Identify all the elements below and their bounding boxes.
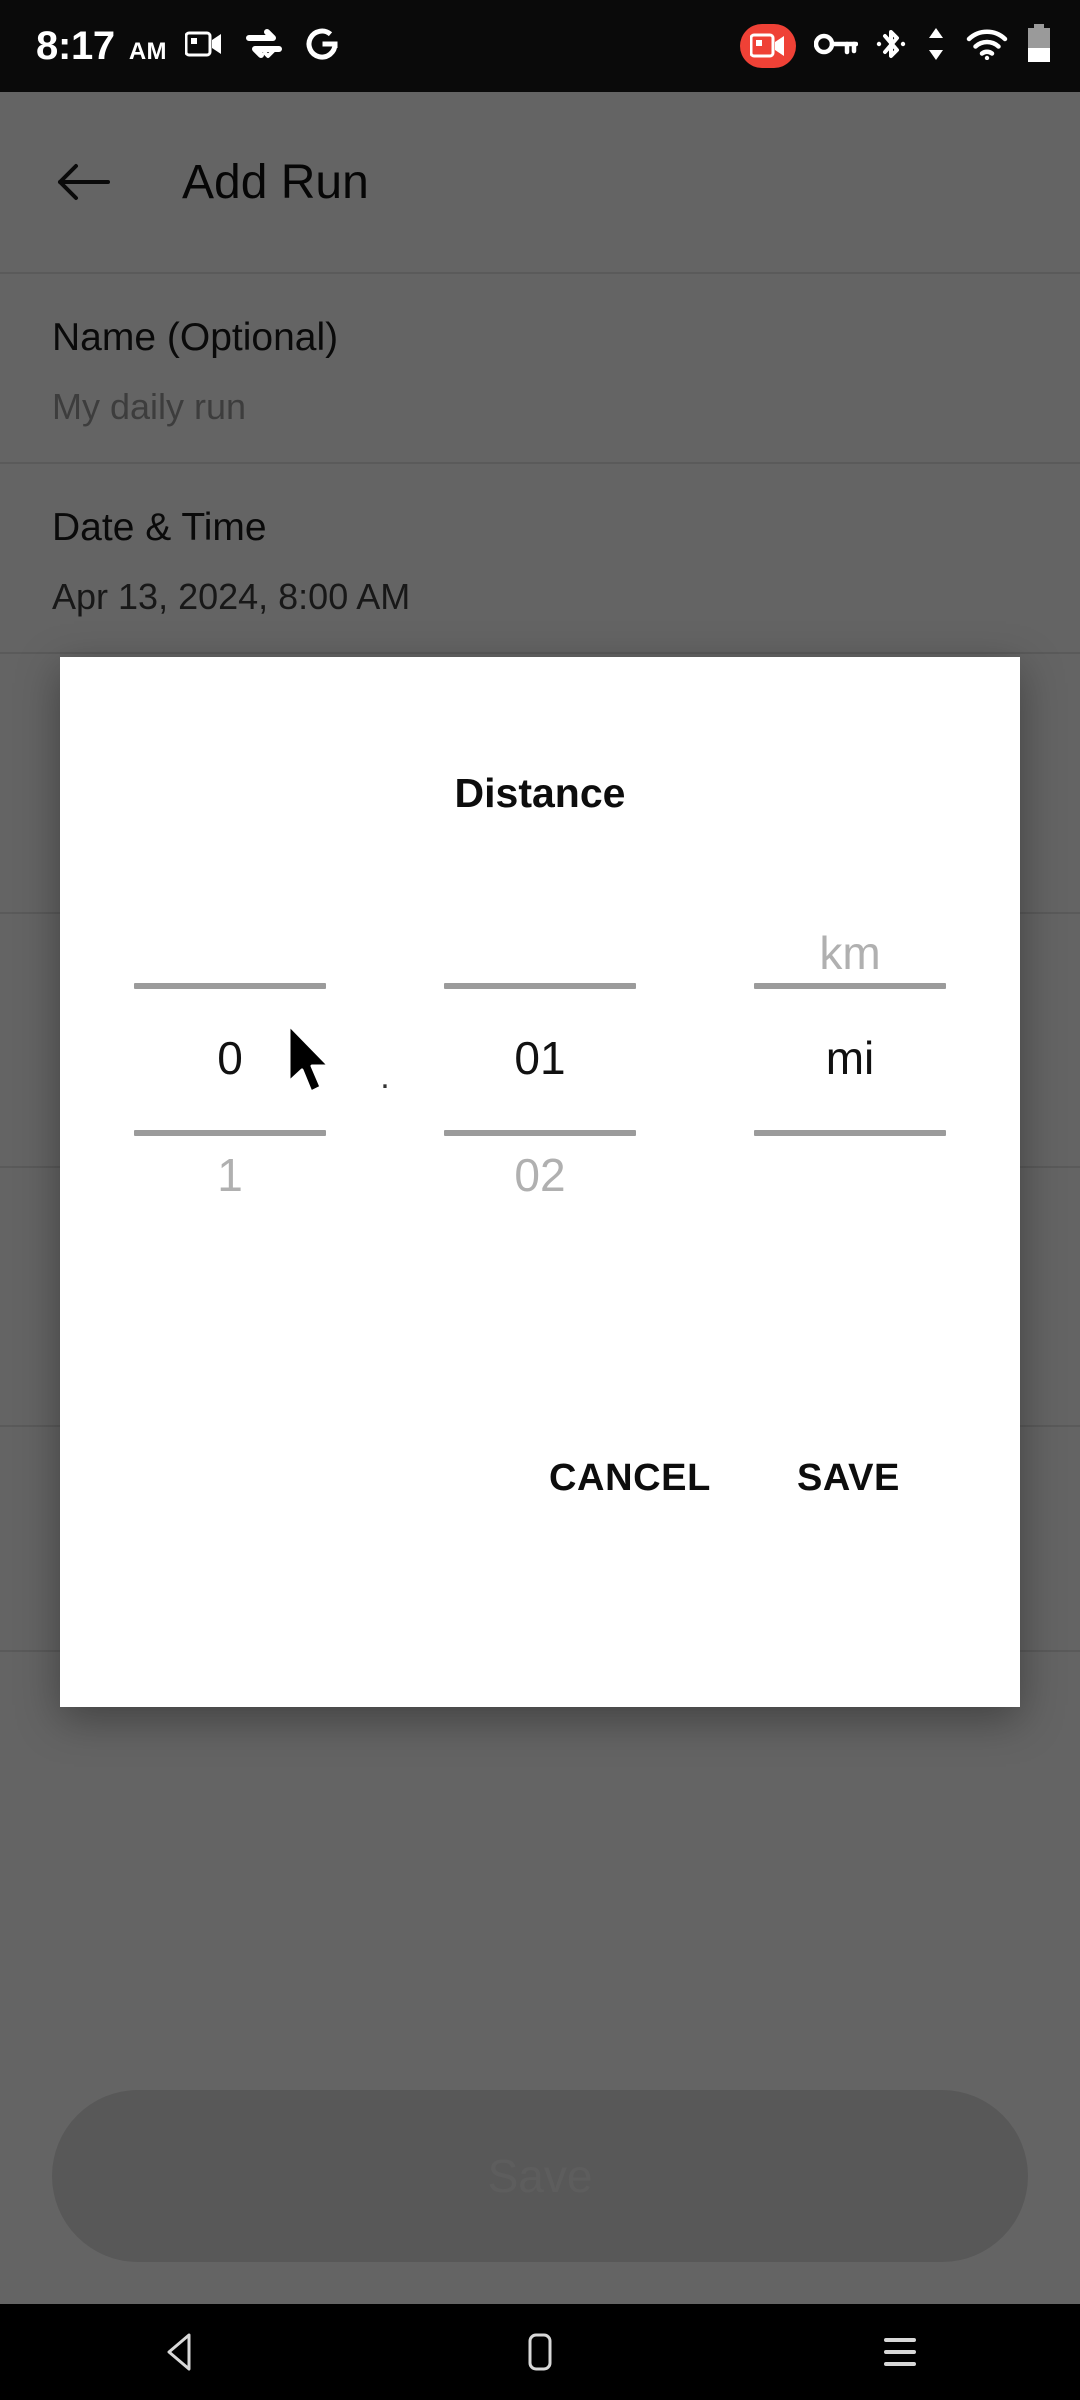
distance-dialog: Distance 0 1 . 01 02 km mi CANCEL SAVE: [60, 657, 1020, 1707]
picker-divider-bottom: [134, 1130, 326, 1136]
picker-value-below[interactable]: 02: [415, 1152, 665, 1198]
cancel-button[interactable]: CANCEL: [549, 1457, 711, 1500]
picker-value-selected[interactable]: 01: [415, 1035, 665, 1081]
recording-badge-icon: [740, 24, 796, 68]
picker-gap: [665, 890, 725, 1370]
picker-column-unit[interactable]: km mi: [725, 890, 975, 1370]
picker-divider-top: [754, 983, 946, 989]
wifi-icon: [966, 28, 1008, 65]
status-bar-clock: 8:17: [36, 23, 115, 68]
status-bar-notification-icons: [184, 27, 339, 66]
recents-nav-icon[interactable]: [840, 2304, 960, 2400]
data-transfer-icon: [924, 26, 948, 67]
home-nav-icon[interactable]: [480, 2304, 600, 2400]
decimal-point: .: [380, 1058, 390, 1096]
vpn-key-icon: [813, 31, 859, 62]
picker-unit-above[interactable]: km: [725, 930, 975, 976]
phone-screen: 8:17 AM Distance 0 1 . 01 02 km mi CANCE…: [0, 0, 1080, 2400]
picker-column-whole[interactable]: 0 1: [105, 890, 355, 1370]
picker-divider-bottom: [754, 1130, 946, 1136]
status-bar-ampm: AM: [128, 37, 167, 65]
bluetooth-icon: [876, 26, 906, 67]
picker-divider-top: [444, 983, 636, 989]
vpn-swap-icon: [245, 28, 283, 64]
battery-icon: [1026, 23, 1052, 69]
dialog-title: Distance: [454, 770, 626, 816]
mouse-cursor: [283, 1022, 339, 1105]
google-g-icon: [305, 27, 339, 66]
back-nav-icon[interactable]: [120, 2304, 240, 2400]
picker-unit-selected[interactable]: mi: [725, 1035, 975, 1081]
picker-column-decimal[interactable]: 01 02: [415, 890, 665, 1370]
picker-divider-bottom: [444, 1130, 636, 1136]
status-bar-system-icons: [740, 23, 1052, 69]
picker-value-below[interactable]: 1: [105, 1152, 355, 1198]
decimal-separator: .: [355, 890, 415, 1370]
number-picker-row: 0 1 . 01 02 km mi: [60, 890, 1020, 1370]
dialog-actions: CANCEL SAVE: [60, 1457, 1020, 1500]
dialog-save-button[interactable]: SAVE: [797, 1457, 900, 1500]
status-bar: 8:17 AM: [0, 0, 1080, 92]
picker-divider-top: [134, 983, 326, 989]
status-bar-left: 8:17 AM: [36, 24, 167, 69]
system-nav-bar: [0, 2304, 1080, 2400]
screen-record-icon: [184, 30, 223, 63]
